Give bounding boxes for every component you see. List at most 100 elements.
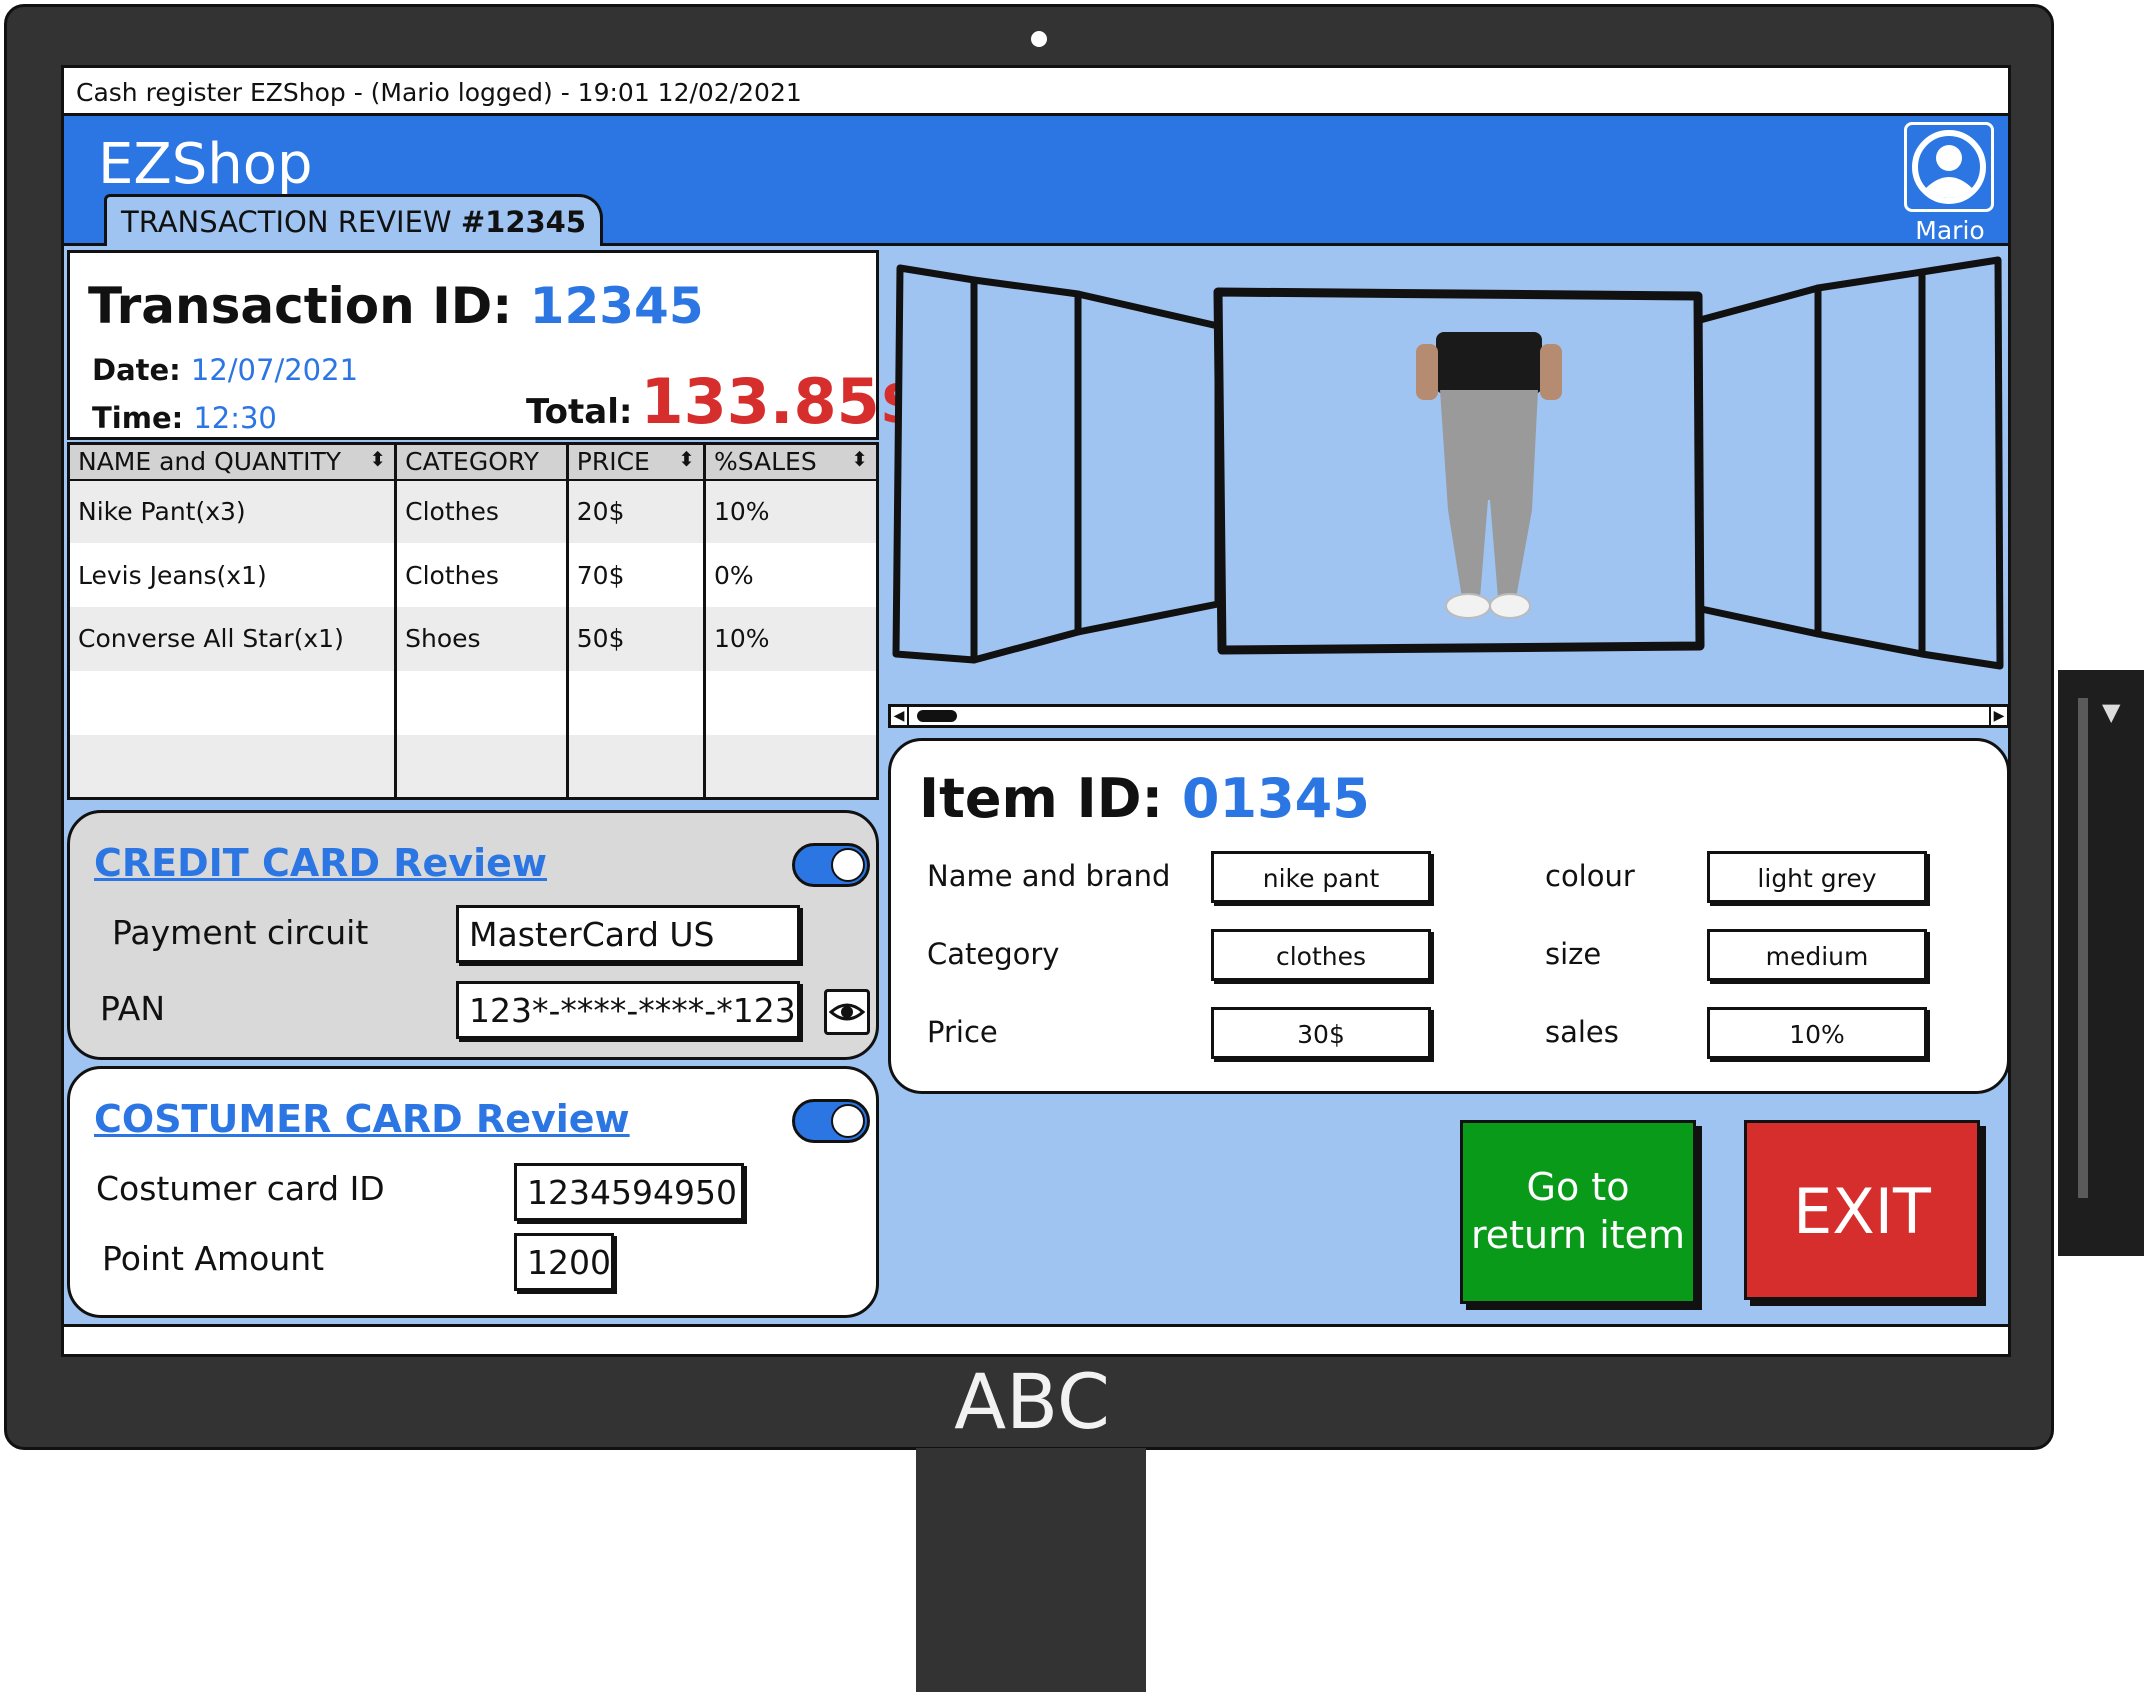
table-row[interactable]: Levis Jeans(x1) Clothes 70$ 0% bbox=[68, 543, 880, 608]
cell-name: Converse All Star(x1) bbox=[68, 607, 398, 671]
show-pan-button[interactable] bbox=[824, 989, 870, 1035]
cell-category: Clothes bbox=[395, 479, 569, 544]
carousel-slide-right-mid bbox=[1814, 268, 1926, 658]
chevron-down-icon: ▼ bbox=[2102, 698, 2121, 726]
sort-icon[interactable]: ⬍ bbox=[678, 447, 695, 471]
cell-sales bbox=[704, 734, 880, 799]
total-label: Total: bbox=[526, 392, 633, 432]
credit-card-toggle[interactable] bbox=[792, 843, 870, 887]
column-header-label: %SALES bbox=[713, 447, 817, 477]
customer-card-review-link[interactable]: COSTUMER CARD Review bbox=[94, 1097, 630, 1141]
table-row[interactable]: Converse All Star(x1) Shoes 50$ 10% bbox=[68, 607, 880, 671]
date-label: Date: bbox=[92, 353, 191, 387]
item-details-panel: Item ID: 01345 Name and brand nike pant … bbox=[888, 738, 2008, 1094]
sort-icon[interactable]: ⬍ bbox=[851, 447, 868, 471]
item-id-label: Item ID: bbox=[919, 767, 1182, 830]
monitor-frame: Cash register EZShop - (Mario logged) - … bbox=[4, 4, 2054, 1450]
carousel-scrollbar[interactable]: ◀ ▶ bbox=[888, 704, 2008, 728]
user-avatar-button[interactable] bbox=[1904, 122, 1994, 212]
sort-icon[interactable]: ⬍ bbox=[369, 447, 386, 471]
scroll-right-arrow-icon[interactable]: ▶ bbox=[1989, 707, 2007, 725]
window-titlebar: Cash register EZShop - (Mario logged) - … bbox=[64, 68, 2008, 116]
cell-price: 70$ bbox=[567, 543, 706, 608]
name-brand-label: Name and brand bbox=[927, 859, 1171, 893]
transaction-id-value: 12345 bbox=[529, 277, 704, 335]
size-field[interactable]: medium bbox=[1707, 929, 1927, 981]
customer-card-id-field[interactable]: 1234594950 bbox=[514, 1163, 744, 1221]
table-header-row: NAME and QUANTITY ⬍ CATEGORY PRICE ⬍ %SALE… bbox=[68, 443, 880, 481]
tab-number: #12345 bbox=[460, 205, 587, 239]
column-header-name[interactable]: NAME and QUANTITY ⬍ bbox=[68, 443, 398, 481]
card-reader-slot: ▼ bbox=[2058, 670, 2144, 1256]
column-header-category[interactable]: CATEGORY bbox=[395, 443, 569, 481]
product-image-carousel[interactable] bbox=[888, 250, 2010, 698]
eye-icon bbox=[828, 1003, 866, 1021]
monitor-brand: ABC bbox=[954, 1357, 1110, 1446]
cell-sales: 0% bbox=[704, 543, 880, 608]
point-amount-label: Point Amount bbox=[102, 1239, 325, 1278]
camera-dot bbox=[1031, 31, 1047, 47]
colour-field[interactable]: light grey bbox=[1707, 851, 1927, 903]
cell-price: 20$ bbox=[567, 479, 706, 544]
table-row-empty bbox=[68, 734, 880, 799]
app-screen: Cash register EZShop - (Mario logged) - … bbox=[61, 65, 2011, 1357]
cell-name bbox=[68, 734, 398, 799]
column-header-price[interactable]: PRICE ⬍ bbox=[567, 443, 706, 481]
column-header-label: NAME and QUANTITY bbox=[78, 447, 342, 477]
scroll-left-arrow-icon[interactable]: ◀ bbox=[891, 707, 909, 725]
cell-category: Shoes bbox=[395, 607, 569, 671]
tab-transaction-review[interactable]: TRANSACTION REVIEW #12345 bbox=[104, 194, 604, 246]
sales-label: sales bbox=[1545, 1015, 1619, 1049]
cell-name: Levis Jeans(x1) bbox=[68, 543, 398, 608]
cell-sales bbox=[704, 670, 880, 735]
cell-name bbox=[68, 670, 398, 735]
cell-price: 50$ bbox=[567, 607, 706, 671]
size-label: size bbox=[1545, 937, 1602, 971]
toggle-knob bbox=[831, 1104, 865, 1138]
credit-card-review-panel: CREDIT CARD Review Payment circuit Maste… bbox=[67, 810, 879, 1060]
status-bar bbox=[64, 1324, 2008, 1354]
transaction-date: Date: 12/07/2021 bbox=[92, 353, 358, 387]
credit-card-review-link[interactable]: CREDIT CARD Review bbox=[94, 841, 547, 885]
app-header: EZShop TRANSACTION REVIEW #12345 Mario bbox=[64, 116, 2008, 246]
time-label: Time: bbox=[92, 401, 194, 435]
customer-card-review-panel: COSTUMER CARD Review Costumer card ID 12… bbox=[67, 1066, 879, 1318]
transaction-total: Total: 133.85$ bbox=[526, 365, 923, 438]
sales-field[interactable]: 10% bbox=[1707, 1007, 1927, 1059]
column-header-label: CATEGORY bbox=[405, 447, 539, 477]
transaction-id-label: Transaction ID: bbox=[88, 277, 530, 335]
payment-circuit-label: Payment circuit bbox=[112, 913, 369, 952]
return-button-line2: return item bbox=[1470, 1213, 1686, 1257]
user-name: Mario bbox=[1915, 216, 1985, 245]
carousel-slide-left-near bbox=[1074, 290, 1222, 636]
exit-button[interactable]: EXIT bbox=[1744, 1120, 1980, 1300]
date-value: 12/07/2021 bbox=[190, 353, 359, 387]
scrollbar-thumb[interactable] bbox=[917, 710, 957, 722]
cell-price bbox=[567, 734, 706, 799]
cell-category bbox=[395, 734, 569, 799]
payment-circuit-field[interactable]: MasterCard US bbox=[456, 905, 800, 963]
customer-card-toggle[interactable] bbox=[792, 1099, 870, 1143]
user-icon bbox=[1912, 130, 1986, 204]
card-slot-opening bbox=[2078, 698, 2088, 1198]
customer-card-id-label: Costumer card ID bbox=[96, 1169, 385, 1208]
table-row[interactable]: Nike Pant(x3) Clothes 20$ 10% bbox=[68, 479, 880, 544]
transaction-id: Transaction ID: 12345 bbox=[88, 277, 704, 335]
tab-label: TRANSACTION REVIEW bbox=[121, 205, 461, 239]
cell-name: Nike Pant(x3) bbox=[68, 479, 398, 544]
category-field[interactable]: clothes bbox=[1211, 929, 1431, 981]
point-amount-field[interactable]: 1200 bbox=[514, 1233, 614, 1291]
toggle-knob bbox=[831, 848, 865, 882]
item-id-value: 01345 bbox=[1181, 767, 1370, 830]
price-field[interactable]: 30$ bbox=[1211, 1007, 1431, 1059]
column-header-sales[interactable]: %SALES ⬍ bbox=[704, 443, 880, 481]
total-value: 133.85$ bbox=[640, 365, 923, 438]
name-brand-field[interactable]: nike pant bbox=[1211, 851, 1431, 903]
pan-field[interactable]: 123*-****-****-*123 bbox=[456, 981, 800, 1039]
go-to-return-item-button[interactable]: Go to return item bbox=[1460, 1120, 1696, 1304]
carousel-slide-left-far bbox=[892, 264, 978, 664]
cell-sales: 10% bbox=[704, 607, 880, 671]
cell-category: Clothes bbox=[395, 543, 569, 608]
item-id: Item ID: 01345 bbox=[919, 767, 1370, 830]
carousel-slide-right-far bbox=[1918, 256, 2004, 670]
